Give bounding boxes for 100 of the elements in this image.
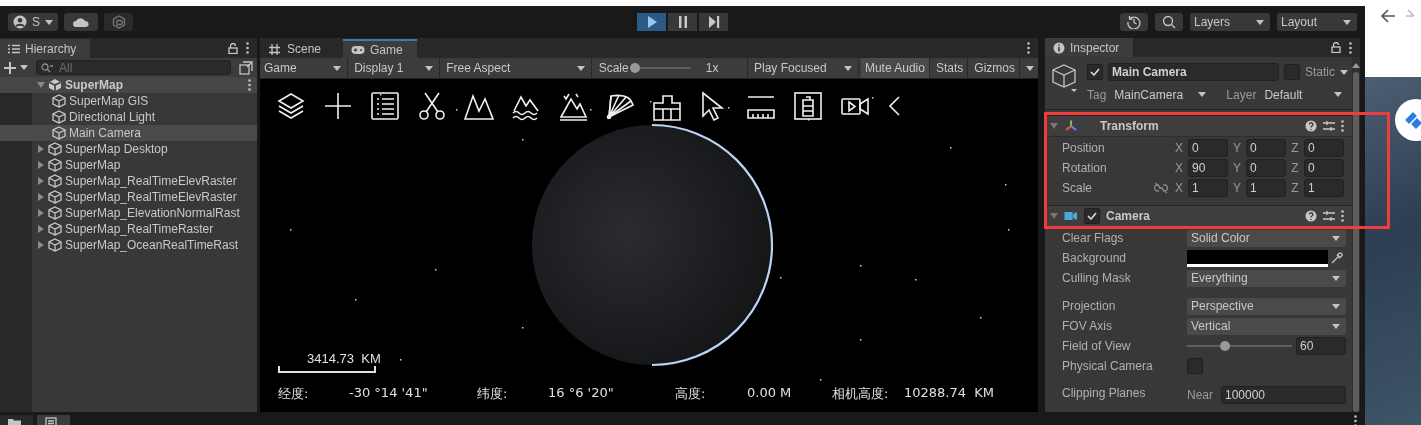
number-field[interactable]: 0 [1304, 139, 1344, 157]
tree-item[interactable]: Directional Light [0, 109, 257, 125]
name-field[interactable]: Main Camera [1108, 63, 1279, 81]
scissors-icon[interactable] [417, 91, 447, 121]
property-label: Position [1062, 141, 1106, 155]
number-field[interactable]: 100000 [1221, 386, 1346, 404]
panel-tab[interactable]: Inspector [1045, 38, 1134, 57]
number-field[interactable]: 0 [1188, 139, 1228, 157]
history-icon [1127, 15, 1141, 29]
scene-filter-icon [239, 60, 253, 75]
color-swatch[interactable] [1187, 249, 1328, 267]
expand-arrow-icon[interactable] [1050, 122, 1058, 130]
number-field[interactable]: 0 [1304, 159, 1344, 177]
property-label: Field of View [1062, 339, 1132, 353]
search-field[interactable]: All [36, 60, 231, 75]
number-field[interactable]: 60 [1296, 337, 1346, 355]
caret-icon [1334, 92, 1342, 97]
panel-tab[interactable]: Game [343, 39, 417, 58]
value-dropdown[interactable]: Everything [1187, 269, 1346, 287]
more-icon[interactable] [1341, 210, 1344, 222]
pause-button[interactable] [668, 13, 697, 31]
tree-item[interactable]: SuperMap_OceanRealTimeRast [0, 237, 257, 253]
search-mode-button[interactable] [239, 60, 253, 75]
more-icon[interactable] [248, 79, 251, 91]
list-icon[interactable] [370, 91, 400, 121]
caret-icon [1332, 323, 1340, 329]
value-dropdown[interactable]: Perspective [1187, 297, 1346, 315]
number-field[interactable]: 1 [1246, 179, 1286, 197]
value-dropdown[interactable]: Vertical [1187, 317, 1346, 335]
cube-icon [48, 238, 62, 252]
number-field[interactable]: 0 [1246, 159, 1286, 177]
plus-icon[interactable] [323, 91, 353, 121]
back-arrow-icon[interactable] [1380, 9, 1396, 23]
grid-icon [268, 42, 282, 55]
panel-tab[interactable]: Hierarchy [0, 39, 91, 58]
property-label: Culling Mask [1062, 271, 1132, 285]
link-broken-icon[interactable] [1154, 182, 1168, 194]
presets-icon[interactable] [1323, 210, 1335, 222]
layers-dropdown[interactable]: Layers [1190, 13, 1270, 31]
tree-item[interactable]: SuperMap Desktop [0, 141, 257, 157]
help-icon[interactable] [1305, 120, 1317, 132]
tree-item[interactable]: Main Camera [0, 125, 257, 141]
tree-item[interactable]: SuperMap_RealTimeElevRaster [0, 173, 257, 189]
checkmark-icon [1090, 68, 1100, 76]
help-icon[interactable] [1305, 210, 1317, 222]
tree-item[interactable]: SuperMap_ElevationNormalRast [0, 205, 257, 221]
toggle-button[interactable]: Stats [931, 58, 969, 78]
play-button[interactable] [637, 13, 666, 31]
cylinder-frame-icon[interactable] [793, 91, 823, 121]
number-field[interactable]: 90 [1188, 159, 1228, 177]
number-field[interactable]: 1 [1304, 179, 1344, 197]
expand-arrow-icon[interactable] [1050, 212, 1058, 220]
collab-button[interactable] [104, 13, 133, 31]
more-icon[interactable] [1027, 42, 1030, 54]
more-icon[interactable] [1341, 120, 1344, 132]
toggle-button[interactable]: Mute Audio [860, 58, 930, 78]
more-icon[interactable] [1354, 415, 1357, 425]
static-label: Static [1305, 65, 1335, 79]
static-checkbox[interactable] [1284, 64, 1300, 80]
eyedropper-button[interactable] [1328, 249, 1346, 267]
search-button[interactable] [1155, 13, 1183, 31]
more-icon[interactable] [1349, 41, 1352, 54]
tree-item[interactable]: SuperMap [0, 157, 257, 173]
fov-slider[interactable] [1187, 339, 1292, 353]
component-header[interactable]: Transform [1045, 115, 1352, 137]
add-button[interactable] [4, 61, 28, 74]
peaks-arrows-icon[interactable] [558, 91, 588, 121]
tree-item[interactable]: SuperMap_RealTimeRaster [0, 221, 257, 237]
scene-row[interactable]: SuperMap [0, 77, 257, 93]
history-button[interactable] [1120, 13, 1148, 31]
caret-icon [333, 65, 342, 71]
caret-icon [1026, 65, 1034, 71]
layers-icon[interactable] [276, 91, 306, 121]
search-icon [41, 63, 53, 73]
account-button[interactable]: S [8, 13, 58, 31]
component-header[interactable]: Camera [1045, 205, 1352, 227]
enabled-checkbox[interactable] [1084, 208, 1100, 224]
status-value: 16 °6 '20" [548, 385, 615, 402]
number-field[interactable]: 0 [1246, 139, 1286, 157]
presets-icon[interactable] [1323, 120, 1335, 132]
axis-label: X [1174, 161, 1184, 175]
checkbox[interactable] [1187, 358, 1203, 374]
tree-item[interactable]: SuperMap_RealTimeElevRaster [0, 189, 257, 205]
lock-icon[interactable] [1331, 42, 1341, 53]
more-icon[interactable] [246, 42, 249, 54]
search-icon [1162, 15, 1176, 29]
active-checkbox[interactable] [1087, 64, 1103, 80]
cloud-button[interactable] [64, 13, 98, 31]
toggle-button[interactable]: Gizmos [970, 58, 1020, 78]
scrollbar[interactable] [1352, 57, 1360, 412]
axis-label: X [1174, 181, 1184, 195]
lock-icon[interactable] [228, 42, 238, 54]
number-field[interactable]: 1 [1188, 179, 1228, 197]
expand-arrow-icon[interactable] [37, 81, 45, 89]
tree-item[interactable]: SuperMap GIS [0, 93, 257, 109]
info-icon [1053, 41, 1065, 54]
step-button[interactable] [699, 13, 728, 31]
value-dropdown[interactable]: Solid Color [1187, 229, 1346, 247]
layout-dropdown[interactable]: Layout [1277, 13, 1357, 31]
caret-icon [45, 19, 53, 25]
